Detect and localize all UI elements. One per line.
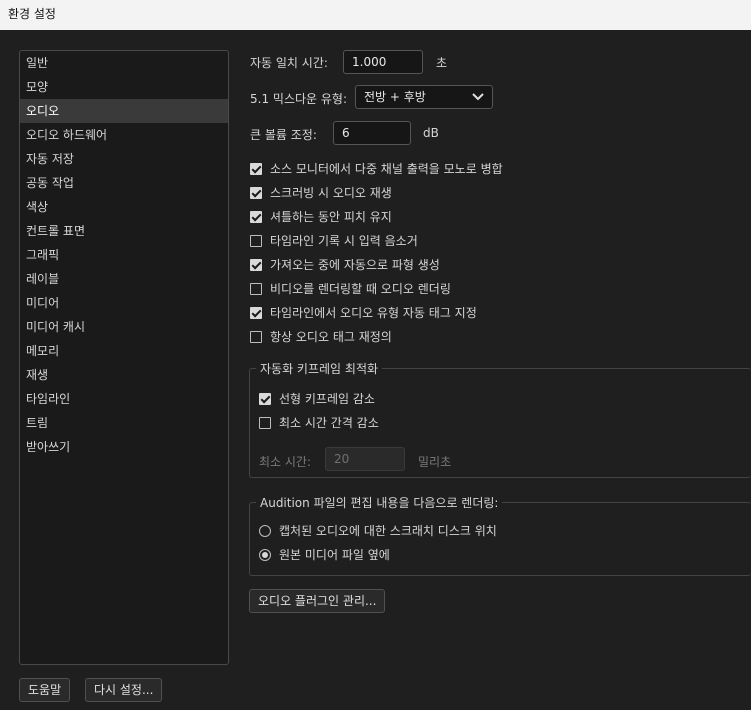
preferences-sidebar: 일반 모양 오디오 오디오 하드웨어 자동 저장 공동 작업 색상 컨트롤 표면… (19, 50, 229, 665)
help-button[interactable]: 도움말 (19, 678, 71, 702)
downmix-type-label: 5.1 믹스다운 유형: (250, 92, 347, 106)
sidebar-item-graphics[interactable]: 그래픽 (20, 243, 228, 267)
checkbox-render-audio[interactable]: 비디오를 렌더링할 때 오디오 렌더링 (250, 280, 451, 298)
chevron-down-icon (472, 93, 484, 101)
sidebar-item-general[interactable]: 일반 (20, 51, 228, 75)
checkbox-checked-icon (250, 259, 262, 271)
volume-adjust-input[interactable]: 6 (333, 121, 411, 145)
window-title: 환경 설정 (0, 0, 751, 30)
checkbox-checked-icon (250, 163, 262, 175)
checkbox-min-interval[interactable]: 최소 시간 간격 감소 (259, 414, 379, 432)
audition-render-title: Audition 파일의 편집 내용을 다음으로 렌더링: (256, 494, 503, 511)
checkbox-checked-icon (250, 211, 262, 223)
radio-next-to-source[interactable]: 원본 미디어 파일 옆에 (259, 546, 390, 564)
checkbox-override-tag[interactable]: 항상 오디오 태그 재정의 (250, 328, 392, 346)
sidebar-item-memory[interactable]: 메모리 (20, 339, 228, 363)
sidebar-item-auto-save[interactable]: 자동 저장 (20, 147, 228, 171)
checkbox-auto-tag[interactable]: 타임라인에서 오디오 유형 자동 태그 지정 (250, 304, 477, 322)
checkbox-auto-waveform[interactable]: 가져오는 중에 자동으로 파형 생성 (250, 256, 440, 274)
checkbox-scrub-audio[interactable]: 스크러빙 시 오디오 재생 (250, 184, 392, 202)
checkbox-unchecked-icon (250, 283, 262, 295)
checkbox-mute-input[interactable]: 타임라인 기록 시 입력 음소거 (250, 232, 418, 250)
sidebar-item-media[interactable]: 미디어 (20, 291, 228, 315)
sidebar-item-control-surface[interactable]: 컨트롤 표면 (20, 219, 228, 243)
min-time-label: 최소 시간: (259, 455, 312, 469)
sidebar-item-audio-hardware[interactable]: 오디오 하드웨어 (20, 123, 228, 147)
volume-adjust-unit: dB (423, 126, 439, 140)
checkbox-unchecked-icon (250, 235, 262, 247)
sidebar-item-audio[interactable]: 오디오 (20, 99, 228, 123)
sidebar-item-media-cache[interactable]: 미디어 캐시 (20, 315, 228, 339)
checkbox-merge-mono[interactable]: 소스 모니터에서 다중 채널 출력을 모노로 병합 (250, 160, 503, 178)
volume-adjust-label: 큰 볼륨 조정: (250, 128, 317, 142)
min-time-unit: 밀리초 (418, 455, 452, 469)
min-time-input[interactable]: 20 (325, 447, 405, 471)
checkbox-checked-icon (250, 307, 262, 319)
reset-button[interactable]: 다시 설정... (85, 678, 163, 702)
radio-scratch-disk[interactable]: 캡처된 오디오에 대한 스크래치 디스크 위치 (259, 522, 497, 540)
checkbox-checked-icon (250, 187, 262, 199)
checkbox-checked-icon (259, 393, 271, 405)
downmix-type-value: 전방 + 후방 (364, 90, 426, 104)
radio-unselected-icon (259, 525, 271, 537)
sidebar-item-timeline[interactable]: 타임라인 (20, 387, 228, 411)
checkbox-linear-keyframe[interactable]: 선형 키프레임 감소 (259, 390, 375, 408)
automatch-time-unit: 초 (436, 56, 448, 70)
sidebar-item-transcription[interactable]: 받아쓰기 (20, 435, 228, 459)
keyframe-optimization-title: 자동화 키프레임 최적화 (256, 360, 383, 377)
automatch-time-input[interactable]: 1.000 (343, 50, 423, 74)
downmix-type-select[interactable]: 전방 + 후방 (355, 85, 493, 109)
checkbox-shuttle-pitch[interactable]: 셔틀하는 동안 피치 유지 (250, 208, 392, 226)
sidebar-item-playback[interactable]: 재생 (20, 363, 228, 387)
checkbox-unchecked-icon (259, 417, 271, 429)
automatch-time-label: 자동 일치 시간: (250, 56, 328, 70)
audio-plugin-manager-button[interactable]: 오디오 플러그인 관리... (249, 589, 386, 613)
sidebar-item-trim[interactable]: 트림 (20, 411, 228, 435)
radio-selected-icon (259, 549, 271, 561)
sidebar-item-color[interactable]: 색상 (20, 195, 228, 219)
sidebar-item-collaboration[interactable]: 공동 작업 (20, 171, 228, 195)
checkbox-unchecked-icon (250, 331, 262, 343)
sidebar-item-labels[interactable]: 레이블 (20, 267, 228, 291)
sidebar-item-appearance[interactable]: 모양 (20, 75, 228, 99)
